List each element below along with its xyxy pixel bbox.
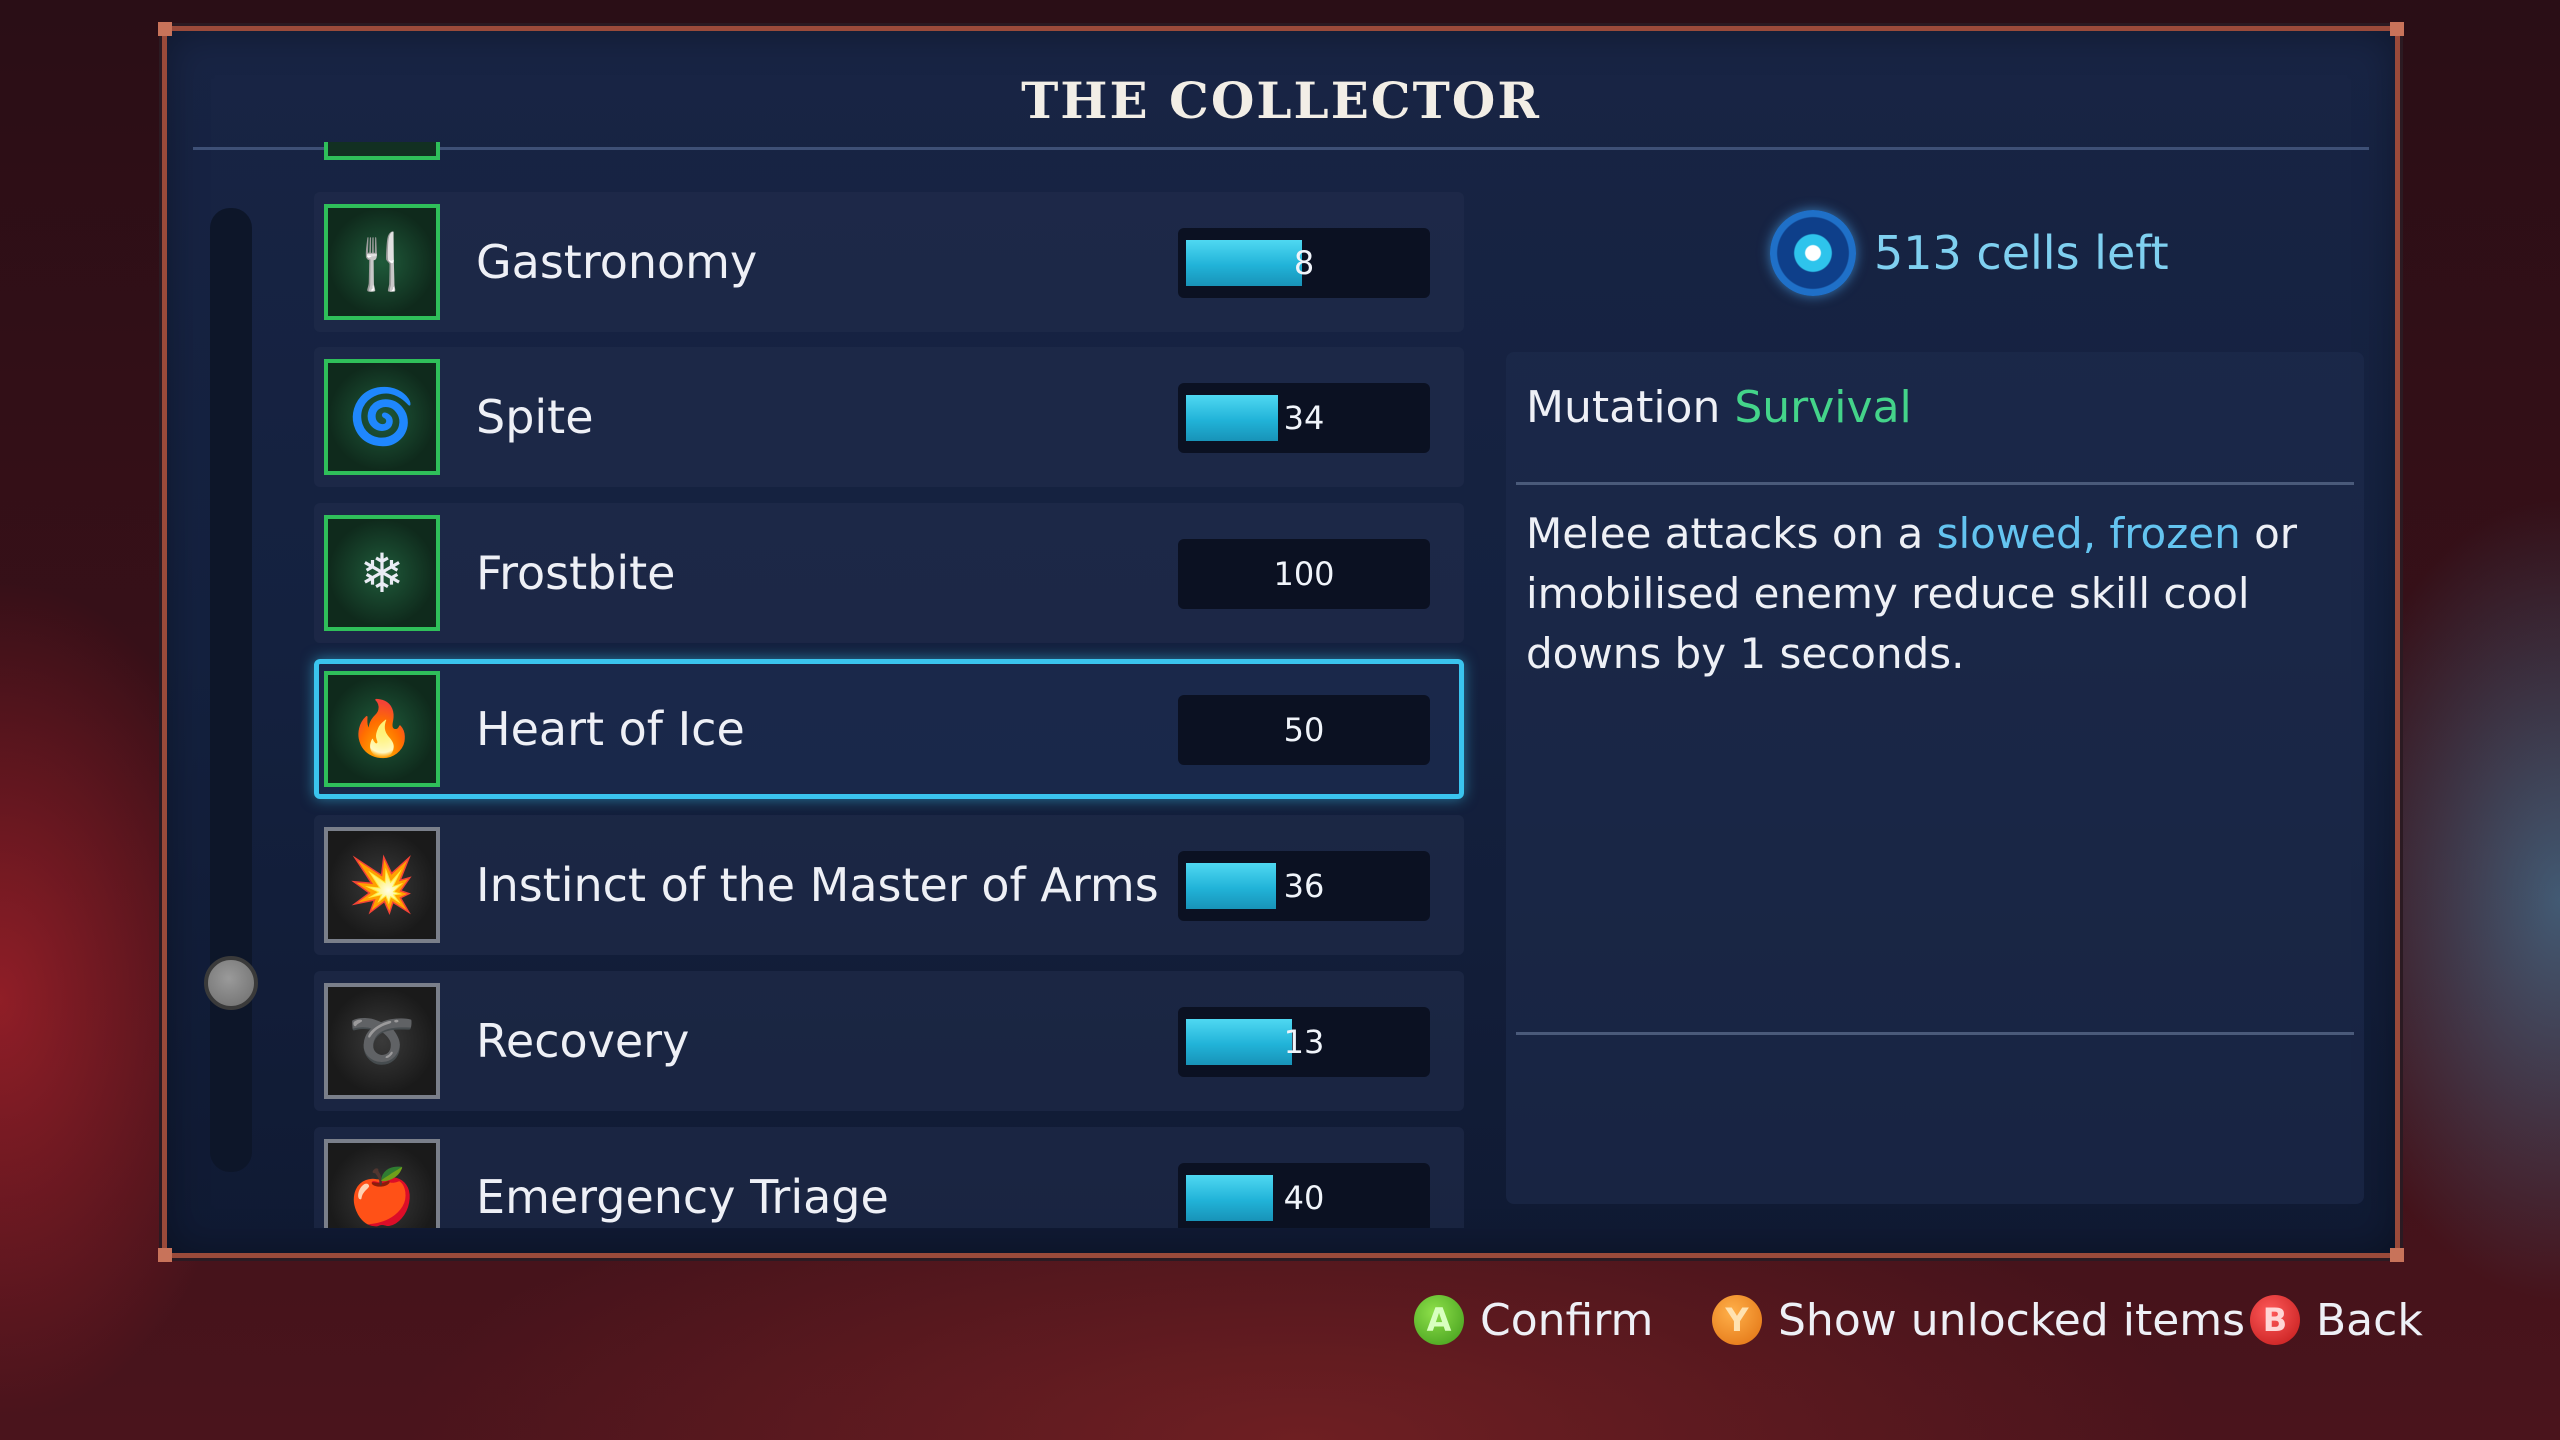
item-progress-bar: 100 (1178, 539, 1430, 609)
item-name: Frostbite (476, 546, 676, 600)
confirm-hint[interactable]: A Confirm (1414, 1282, 1653, 1358)
list-item-frostbite[interactable]: ❄ Frostbite 100 (314, 503, 1464, 643)
cells-counter: 513 cells left (1770, 200, 2169, 306)
item-value: 36 (1283, 867, 1325, 905)
frame-corner (158, 22, 172, 36)
item-value: 8 (1293, 244, 1315, 282)
item-progress-bar: 36 (1178, 851, 1430, 921)
item-value: 100 (1273, 555, 1335, 593)
frame-corner (2390, 1248, 2404, 1262)
detail-divider (1516, 1032, 2354, 1035)
item-value: 13 (1283, 1023, 1325, 1061)
show-unlocked-label: Show unlocked items (1778, 1294, 2246, 1346)
desc-keyword-frozen: frozen (2109, 509, 2241, 558)
y-button-icon: Y (1712, 1295, 1762, 1345)
list-item-recovery[interactable]: ➰ Recovery 13 (314, 971, 1464, 1111)
a-button-icon: A (1414, 1295, 1464, 1345)
list-item-gastronomy[interactable]: 🍴 Gastronomy 8 (314, 192, 1464, 332)
cells-left-text: 513 cells left (1874, 226, 2169, 280)
item-progress-bar: 13 (1178, 1007, 1430, 1077)
item-list: 🍴 Gastronomy 8 🌀 Spite 34 ❄ Frostbite 10… (300, 142, 1480, 1228)
detail-description: Melee attacks on a slowed, frozen or imo… (1526, 504, 2356, 684)
frame-corner (158, 1248, 172, 1262)
desc-keyword-slowed: slowed, (1936, 509, 2097, 558)
confirm-label: Confirm (1480, 1294, 1654, 1346)
item-name: Gastronomy (476, 235, 758, 289)
recovery-icon: ➰ (324, 983, 440, 1099)
list-item-master-of-arms[interactable]: 💥 Instinct of the Master of Arms 36 (314, 815, 1464, 955)
b-button-icon: B (2250, 1295, 2300, 1345)
window-title: THE COLLECTOR (1021, 71, 1541, 130)
list-item-emergency-triage[interactable]: 🍎 Emergency Triage 40 (314, 1127, 1464, 1228)
detail-type: Survival (1734, 382, 1912, 433)
list-item-spite[interactable]: 🌀 Spite 34 (314, 347, 1464, 487)
item-name: Heart of Ice (476, 702, 745, 756)
detail-category: Mutation (1526, 382, 1721, 433)
item-progress-bar: 40 (1178, 1163, 1430, 1228)
emergency-triage-icon: 🍎 (324, 1139, 440, 1228)
item-value: 34 (1283, 399, 1325, 437)
item-progress-bar: 34 (1178, 383, 1430, 453)
heart-of-ice-icon: 🔥 (324, 671, 440, 787)
item-name: Spite (476, 390, 594, 444)
back-hint[interactable]: B Back (2250, 1282, 2423, 1358)
scrollbar-track[interactable] (210, 208, 252, 1172)
show-unlocked-hint[interactable]: Y Show unlocked items (1712, 1282, 2245, 1358)
partial-item-icon (324, 142, 440, 160)
back-label: Back (2316, 1294, 2423, 1346)
frostbite-icon: ❄ (324, 515, 440, 631)
item-progress-bar: 8 (1178, 228, 1430, 298)
item-name: Instinct of the Master of Arms (476, 858, 1159, 912)
item-progress-bar: 50 (1178, 695, 1430, 765)
item-value: 50 (1283, 711, 1325, 749)
scrollbar-thumb[interactable] (204, 956, 258, 1010)
detail-divider (1516, 482, 2354, 485)
list-item-heart-of-ice[interactable]: 🔥 Heart of Ice 50 (314, 659, 1464, 799)
gastronomy-icon: 🍴 (324, 204, 440, 320)
item-name: Recovery (476, 1014, 690, 1068)
desc-text: Melee attacks on a (1526, 509, 1937, 558)
detail-heading: Mutation Survival (1526, 382, 1912, 433)
master-of-arms-icon: 💥 (324, 827, 440, 943)
item-name: Emergency Triage (476, 1170, 889, 1224)
spite-icon: 🌀 (324, 359, 440, 475)
detail-panel: Mutation Survival Melee attacks on a slo… (1506, 352, 2364, 1204)
item-value: 40 (1283, 1179, 1325, 1217)
frame-corner (2390, 22, 2404, 36)
desc-space (2096, 509, 2109, 558)
cell-icon (1770, 210, 1856, 296)
